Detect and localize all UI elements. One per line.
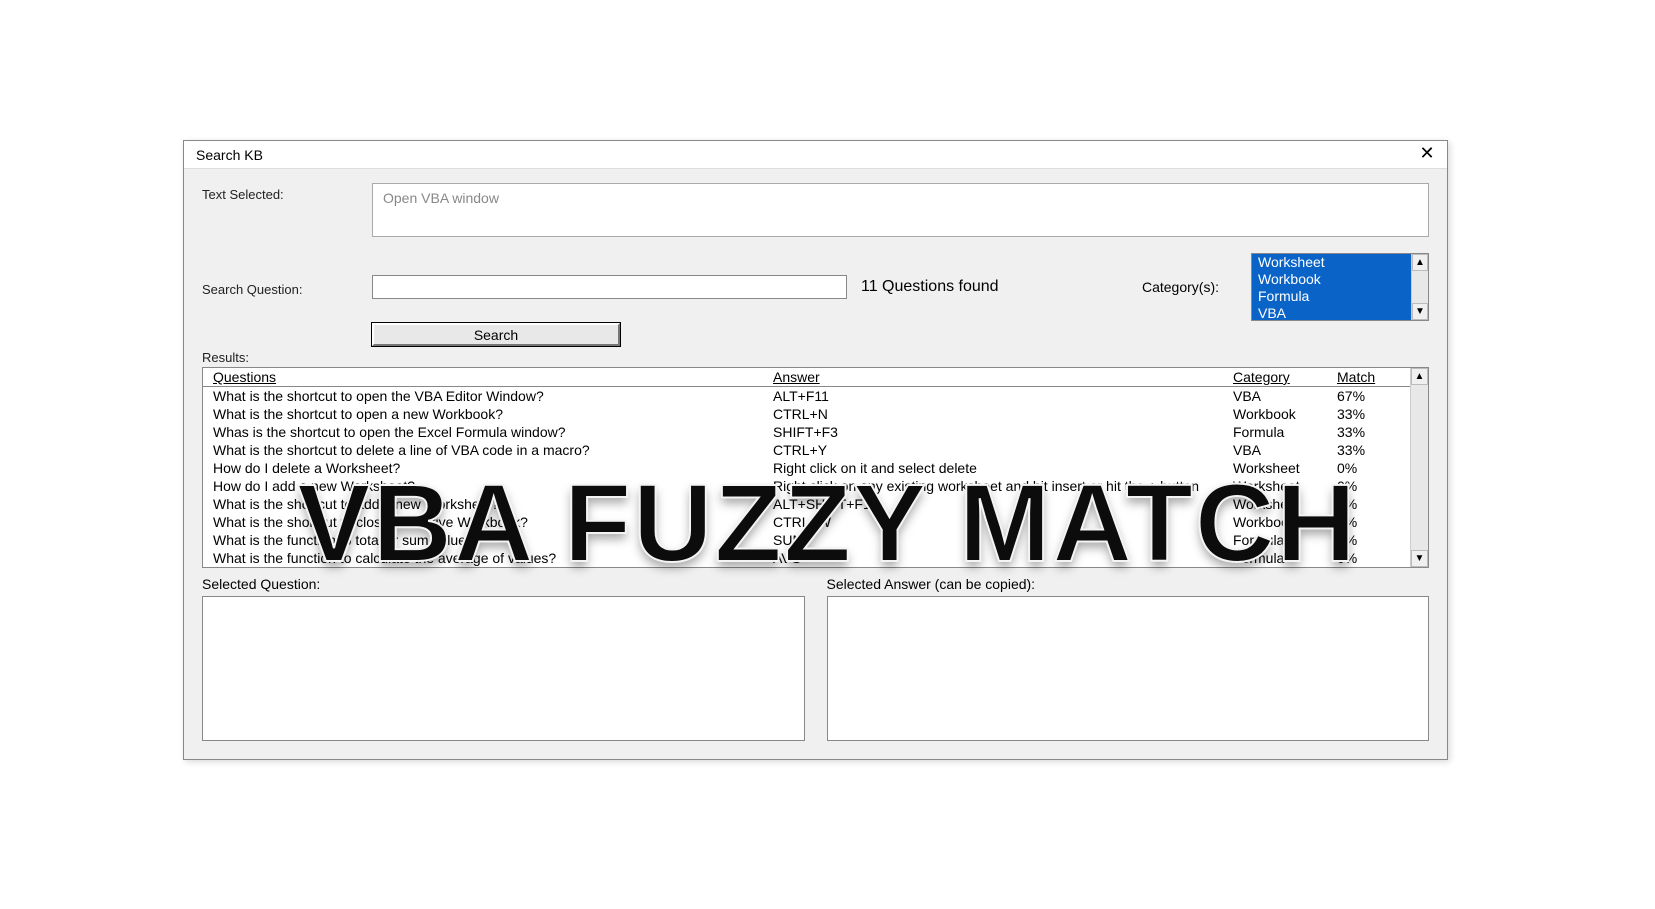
selected-answer-label: Selected Answer (can be copied):: [827, 576, 1430, 592]
result-answer: ALT+F11: [773, 387, 1233, 405]
search-button-row: Search: [202, 323, 1429, 346]
close-icon[interactable]: ✕: [1415, 143, 1439, 167]
results-listbox: Questions Answer Category Match What is …: [202, 367, 1429, 568]
result-category: Formula: [1233, 549, 1337, 567]
result-category: Worksheet: [1233, 459, 1337, 477]
result-question: How do I add a new Worksheet?: [213, 477, 773, 495]
header-questions: Questions: [213, 368, 773, 386]
result-question: What is the function to calculate the av…: [213, 549, 773, 567]
categories-list: Worksheet Workbook Formula VBA: [1252, 254, 1411, 320]
result-answer: CTRL+N: [773, 405, 1233, 423]
scroll-up-icon[interactable]: ▲: [1411, 368, 1428, 385]
result-answer: CTRL+Y: [773, 441, 1233, 459]
result-category: Formula: [1233, 423, 1337, 441]
result-question: What is the function to total or sum val…: [213, 531, 773, 549]
search-row: Search Question: 11 Questions found Cate…: [202, 253, 1429, 321]
result-category: Worksheet: [1233, 495, 1337, 513]
selected-question-box[interactable]: [202, 596, 805, 741]
dialog-content: Text Selected: Open VBA window Search Qu…: [184, 169, 1447, 751]
selected-question-label: Selected Question:: [202, 576, 805, 592]
result-row[interactable]: What is the shortcut to close the Active…: [203, 513, 1410, 531]
result-question: What is the shortcut to open the VBA Edi…: [213, 387, 773, 405]
result-category: VBA: [1233, 441, 1337, 459]
text-selected-row: Text Selected: Open VBA window: [202, 183, 1429, 237]
result-category: Workbook: [1233, 513, 1337, 531]
result-row[interactable]: What is the shortcut to delete a line of…: [203, 441, 1410, 459]
result-answer: SUM: [773, 531, 1233, 549]
result-category: Worksheet: [1233, 477, 1337, 495]
window-title: Search KB: [196, 147, 263, 163]
result-question: Whas is the shortcut to open the Excel F…: [213, 423, 773, 441]
result-row[interactable]: What is the shortcut to add a new Worksh…: [203, 495, 1410, 513]
result-question: How do I delete a Worksheet?: [213, 459, 773, 477]
result-row[interactable]: How do I add a new Worksheet?Right click…: [203, 477, 1410, 495]
category-item[interactable]: Workbook: [1252, 271, 1411, 288]
result-answer: Right click on any existing worksheet an…: [773, 477, 1233, 495]
category-item[interactable]: Formula: [1252, 288, 1411, 305]
header-match: Match: [1337, 368, 1397, 386]
result-match: 33%: [1337, 405, 1397, 423]
selected-answer-box[interactable]: [827, 596, 1430, 741]
results-label: Results:: [202, 346, 372, 365]
header-answer: Answer: [773, 368, 1233, 386]
results-scrollbar[interactable]: ▲ ▼: [1410, 368, 1428, 567]
result-row[interactable]: What is the function to total or sum val…: [203, 531, 1410, 549]
result-match: 0%: [1337, 495, 1397, 513]
result-question: What is the shortcut to open a new Workb…: [213, 405, 773, 423]
result-match: 0%: [1337, 513, 1397, 531]
results-body: What is the shortcut to open the VBA Edi…: [203, 387, 1410, 567]
result-match: 0%: [1337, 549, 1397, 567]
categories-listbox[interactable]: Worksheet Workbook Formula VBA ▲ ▼: [1251, 253, 1429, 321]
results-header: Questions Answer Category Match: [203, 368, 1410, 387]
result-answer: Right click on it and select delete: [773, 459, 1233, 477]
search-button[interactable]: Search: [372, 323, 620, 346]
selected-question-col: Selected Question:: [202, 576, 805, 741]
result-match: 67%: [1337, 387, 1397, 405]
header-category: Category: [1233, 368, 1337, 386]
result-match: 0%: [1337, 477, 1397, 495]
result-question: What is the shortcut to delete a line of…: [213, 441, 773, 459]
categories-label: Category(s):: [1142, 279, 1219, 295]
result-row[interactable]: What is the function to calculate the av…: [203, 549, 1410, 567]
result-row[interactable]: What is the shortcut to open a new Workb…: [203, 405, 1410, 423]
categories-scrollbar[interactable]: ▲ ▼: [1411, 254, 1428, 320]
questions-found-label: 11 Questions found: [861, 278, 999, 296]
search-question-label: Search Question:: [202, 278, 372, 297]
selected-answer-col: Selected Answer (can be copied):: [827, 576, 1430, 741]
result-answer: CTRL+W: [773, 513, 1233, 531]
results-table: Questions Answer Category Match What is …: [203, 368, 1410, 567]
result-row[interactable]: What is the shortcut to open the VBA Edi…: [203, 387, 1410, 405]
result-answer: AVG: [773, 549, 1233, 567]
result-row[interactable]: Whas is the shortcut to open the Excel F…: [203, 423, 1410, 441]
result-row[interactable]: How do I delete a Worksheet?Right click …: [203, 459, 1410, 477]
result-category: VBA: [1233, 387, 1337, 405]
scroll-down-icon[interactable]: ▼: [1411, 550, 1428, 567]
result-category: Workbook: [1233, 405, 1337, 423]
result-category: Formula: [1233, 531, 1337, 549]
result-question: What is the shortcut to add a new Worksh…: [213, 495, 773, 513]
scroll-down-icon[interactable]: ▼: [1412, 303, 1428, 320]
result-answer: ALT+SHIFT+F1: [773, 495, 1233, 513]
titlebar: Search KB ✕: [184, 141, 1447, 169]
result-question: What is the shortcut to close the Active…: [213, 513, 773, 531]
bottom-row: Selected Question: Selected Answer (can …: [202, 576, 1429, 741]
result-match: 33%: [1337, 423, 1397, 441]
result-answer: SHIFT+F3: [773, 423, 1233, 441]
search-question-input[interactable]: [372, 275, 847, 299]
result-match: 0%: [1337, 459, 1397, 477]
result-match: 33%: [1337, 441, 1397, 459]
category-item[interactable]: VBA: [1252, 305, 1411, 320]
text-selected-box[interactable]: Open VBA window: [372, 183, 1429, 237]
result-match: 0%: [1337, 531, 1397, 549]
text-selected-label: Text Selected:: [202, 183, 372, 202]
search-kb-dialog: Search KB ✕ Text Selected: Open VBA wind…: [183, 140, 1448, 760]
scroll-up-icon[interactable]: ▲: [1412, 254, 1428, 271]
category-item[interactable]: Worksheet: [1252, 254, 1411, 271]
